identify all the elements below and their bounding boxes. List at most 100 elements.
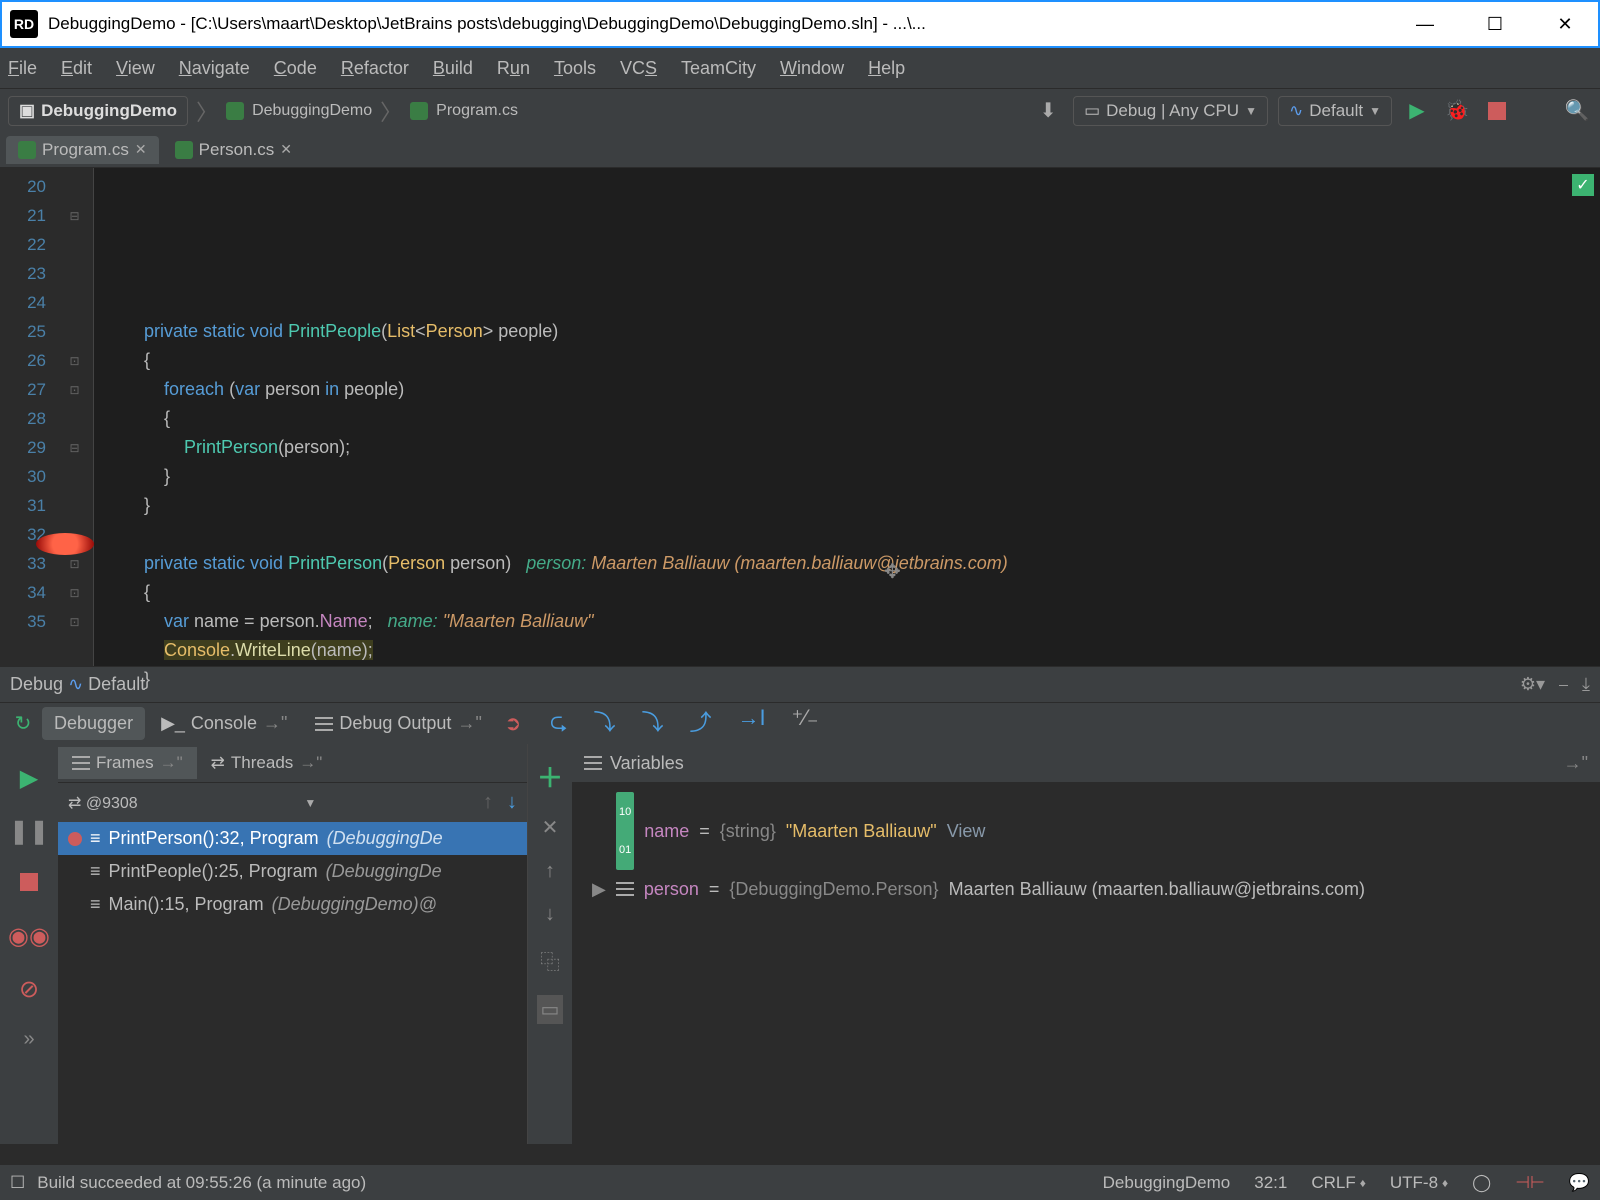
crumb-separator: 〉 <box>196 95 218 127</box>
tab-label: Person.cs <box>199 140 275 160</box>
target-selector[interactable]: ∿ Default ▼ <box>1278 96 1392 126</box>
debug-body: ▶ ❚❚ ◉◉ ⊘ » Frames→" ⇄Threads→" ⇄ @9308 … <box>0 744 1600 1144</box>
pause-button[interactable]: ❚❚ <box>9 817 49 846</box>
search-button[interactable]: 🔍 <box>1562 96 1592 126</box>
close-tab-icon[interactable]: ✕ <box>280 141 292 158</box>
variable-row[interactable]: 1001 name = {string} "Maarten Balliauw" … <box>592 792 1580 870</box>
chevron-down-icon: ▼ <box>304 796 316 810</box>
crumb-solution[interactable]: ▣ DebuggingDemo <box>8 96 188 126</box>
more-button[interactable]: » <box>23 1028 34 1051</box>
breadcrumbs: ▣ DebuggingDemo 〉 DebuggingDemo 〉 Progra… <box>8 95 518 127</box>
dotnet-icon: ∿ <box>68 674 83 694</box>
crumb-separator: 〉 <box>380 95 402 127</box>
pin-icon[interactable]: →" <box>1564 753 1588 774</box>
menu-window[interactable]: Window <box>780 58 844 79</box>
layout-button[interactable]: ▭ <box>537 995 564 1024</box>
stack-frame[interactable]: ≡ PrintPeople():25, Program (DebuggingDe <box>58 855 527 888</box>
menu-code[interactable]: Code <box>274 58 317 79</box>
prev-frame-button[interactable]: ↑ <box>483 791 493 814</box>
add-watch-button[interactable]: ＋ <box>537 758 563 795</box>
git-icon[interactable]: ⊣⊢ <box>1515 1173 1545 1193</box>
remove-watch-button[interactable]: ✕ <box>542 815 559 840</box>
titlebar: RD DebuggingDemo - [C:\Users\maart\Deskt… <box>0 0 1600 48</box>
dotnet-icon: ∿ <box>1289 101 1303 121</box>
value-icon: 1001 <box>616 792 634 870</box>
stack-frame[interactable]: ≡ Main():15, Program (DebuggingDemo)@ <box>58 888 527 921</box>
editor-tabs: Program.cs ✕ Person.cs ✕ <box>0 132 1600 168</box>
menu-edit[interactable]: Edit <box>61 58 92 79</box>
chevron-down-icon: ▼ <box>1369 104 1381 118</box>
frames-icon <box>72 756 90 770</box>
menu-file[interactable]: File <box>8 58 37 79</box>
frame-icon: ≡ <box>90 861 101 882</box>
run-config-selector[interactable]: ▭ Debug | Any CPU ▼ <box>1073 96 1268 126</box>
chevron-down-icon: ▼ <box>1245 104 1257 118</box>
close-tab-icon[interactable]: ✕ <box>135 141 147 158</box>
menu-tools[interactable]: Tools <box>554 58 596 79</box>
menu-run[interactable]: Run <box>497 58 530 79</box>
debug-side-toolbar: ▶ ❚❚ ◉◉ ⊘ » <box>0 744 58 1144</box>
stop-button[interactable] <box>1482 96 1512 126</box>
editor-tab-person[interactable]: Person.cs ✕ <box>163 136 304 164</box>
status-icon: ☐ <box>10 1173 25 1193</box>
next-frame-button[interactable]: ↓ <box>507 791 517 814</box>
encoding[interactable]: UTF-8 <box>1390 1173 1438 1193</box>
crumb-file[interactable]: Program.cs <box>436 102 518 120</box>
debug-title-label: Debug <box>10 674 63 694</box>
stop-button[interactable] <box>20 870 38 898</box>
minimize-button[interactable]: — <box>1410 9 1440 39</box>
view-link[interactable]: View <box>947 812 986 850</box>
move-up-button[interactable]: ↑ <box>545 860 555 883</box>
menu-navigate[interactable]: Navigate <box>179 58 250 79</box>
inspection-ok-icon[interactable]: ✓ <box>1572 174 1594 196</box>
view-breakpoints-button[interactable]: ◉◉ <box>8 922 50 951</box>
debugger-tab[interactable]: Debugger <box>42 707 145 740</box>
app-icon: RD <box>10 10 38 38</box>
run-button[interactable]: ▶ <box>1402 96 1432 126</box>
navigation-bar: ▣ DebuggingDemo 〉 DebuggingDemo 〉 Progra… <box>0 88 1600 132</box>
resume-button[interactable]: ▶ <box>20 764 38 793</box>
expand-icon: ▶ <box>592 870 606 908</box>
output-icon <box>315 717 333 731</box>
fold-column[interactable]: ⊟⊡⊡⊟⊡⊡⊡ <box>56 168 94 666</box>
cs-file-icon <box>18 141 36 159</box>
target-label: Default <box>1309 101 1363 121</box>
move-down-button[interactable]: ↓ <box>545 903 555 926</box>
cursor-position[interactable]: 32:1 <box>1254 1173 1287 1193</box>
copy-button[interactable]: ⿻ <box>540 946 560 975</box>
breakpoint-icon[interactable] <box>36 533 94 555</box>
debug-button[interactable]: 🐞 <box>1442 96 1472 126</box>
notifications-icon[interactable]: 💬 <box>1569 1173 1590 1193</box>
line-number-gutter[interactable]: 20212223242526272829303132333435 <box>0 168 56 666</box>
editor-tab-program[interactable]: Program.cs ✕ <box>6 136 159 164</box>
menu-vcs[interactable]: VCS <box>620 58 657 79</box>
menu-build[interactable]: Build <box>433 58 473 79</box>
code-area[interactable]: ✓ ✥ private static void PrintPeople(List… <box>94 168 1600 666</box>
solution-icon: ▣ <box>19 101 35 121</box>
status-context[interactable]: DebuggingDemo <box>1103 1173 1231 1193</box>
thread-selector[interactable]: ⇄ @9308 ▼ ↑↓ <box>58 782 527 822</box>
file-icon <box>410 102 428 120</box>
variable-row[interactable]: ▶ person = {DebuggingDemo.Person} Maarte… <box>592 870 1580 908</box>
mute-breakpoints-button[interactable]: ⊘ <box>19 975 39 1004</box>
code-editor[interactable]: 20212223242526272829303132333435 ⊟⊡⊡⊟⊡⊡⊡… <box>0 168 1600 666</box>
rerun-button[interactable]: ↻ <box>8 709 38 739</box>
stack-frame[interactable]: ≡ PrintPerson():32, Program (DebuggingDe <box>58 822 527 855</box>
inspection-icon[interactable]: ◯ <box>1472 1173 1491 1193</box>
thread-icon: ⇄ <box>68 795 81 812</box>
line-ending[interactable]: CRLF <box>1311 1173 1355 1193</box>
menu-help[interactable]: Help <box>868 58 905 79</box>
menu-view[interactable]: View <box>116 58 155 79</box>
run-config-label: Debug | Any CPU <box>1106 101 1239 121</box>
close-button[interactable]: ✕ <box>1550 9 1580 39</box>
menubar: File Edit View Navigate Code Refactor Bu… <box>0 48 1600 88</box>
threads-icon: ⇄ <box>211 753 225 773</box>
config-icon: ▭ <box>1084 101 1100 121</box>
build-icon[interactable]: ⬇ <box>1033 96 1063 126</box>
maximize-button[interactable]: ☐ <box>1480 9 1510 39</box>
project-icon <box>226 102 244 120</box>
menu-refactor[interactable]: Refactor <box>341 58 409 79</box>
crumb-project[interactable]: DebuggingDemo <box>252 102 372 120</box>
variables-title: Variables <box>610 753 684 774</box>
menu-teamcity[interactable]: TeamCity <box>681 58 756 79</box>
